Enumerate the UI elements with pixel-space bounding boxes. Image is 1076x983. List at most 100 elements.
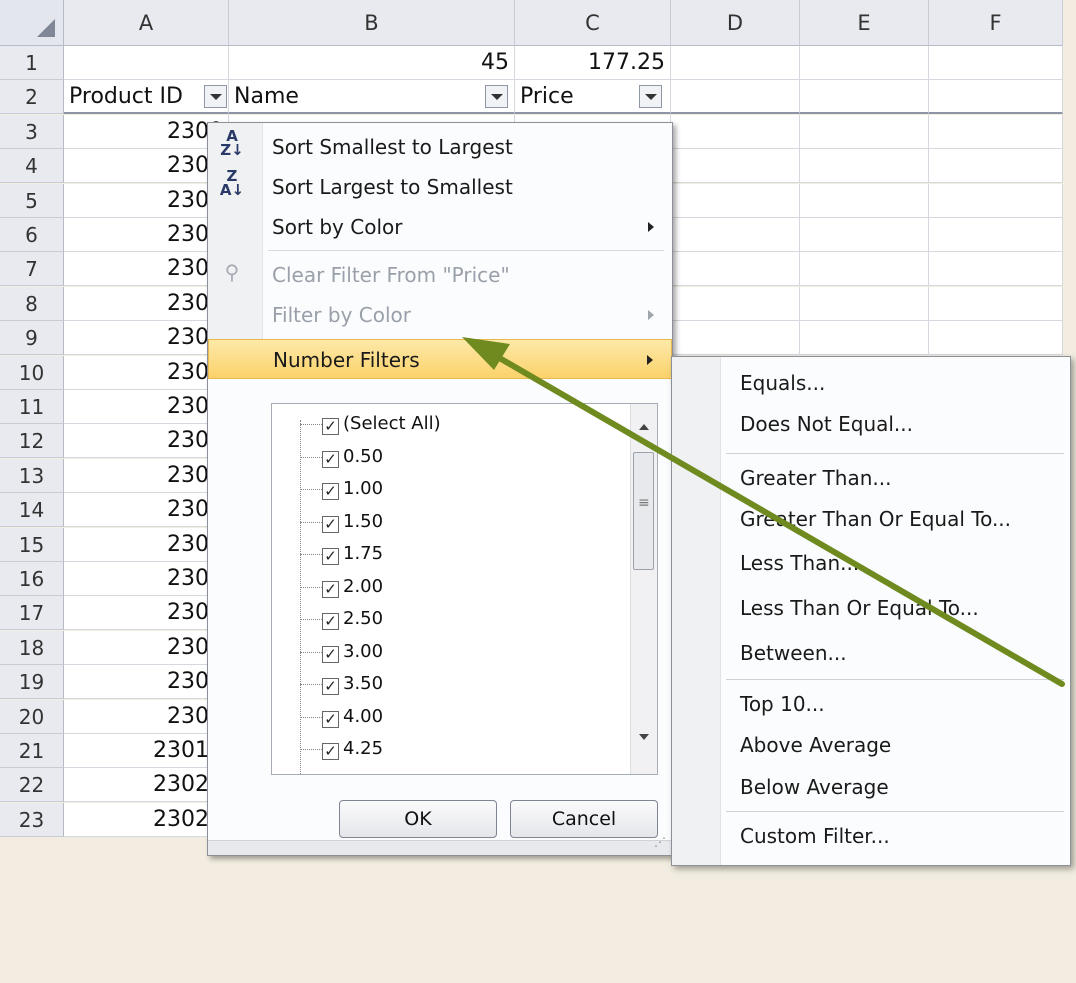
cell-product-id[interactable]: 2301 (64, 630, 229, 665)
cell-product-id[interactable]: 23019 (64, 734, 229, 768)
row-header[interactable]: 14 (0, 493, 64, 528)
column-header-a[interactable]: A (64, 0, 229, 46)
row-header[interactable]: 20 (0, 699, 64, 734)
row-header[interactable]: 1 (0, 46, 64, 80)
sort-largest-to-smallest[interactable]: Z A↓ Sort Largest to Smallest (208, 167, 672, 207)
checkbox-checked-icon[interactable]: ✓ (322, 613, 339, 630)
cell[interactable] (929, 286, 1063, 321)
cell[interactable] (671, 149, 800, 184)
row-header[interactable]: 16 (0, 562, 64, 596)
row-header[interactable]: 8 (0, 286, 64, 321)
row-header[interactable]: 13 (0, 458, 64, 493)
cell[interactable] (800, 286, 929, 321)
row-header[interactable]: 21 (0, 734, 64, 768)
submenu-item[interactable]: Above Average (672, 726, 1070, 764)
cell-product-id[interactable]: 2301 (64, 493, 229, 528)
filter-by-color[interactable]: Filter by Color (208, 295, 672, 335)
column-header-d[interactable]: D (671, 0, 800, 46)
checkbox-checked-icon[interactable]: ✓ (322, 450, 339, 468)
cell-product-id[interactable]: 2301 (64, 699, 229, 734)
row-header[interactable]: 9 (0, 321, 64, 356)
filter-dropdown-button-price[interactable] (639, 85, 662, 109)
submenu-item[interactable]: Custom Filter... (672, 817, 1070, 855)
cell[interactable] (800, 252, 929, 287)
clear-filter-from-price[interactable]: ⚲ Clear Filter From "Price" (208, 255, 672, 295)
row-header[interactable]: 15 (0, 527, 64, 562)
cell-product-id[interactable]: 2300 (64, 218, 229, 252)
submenu-item[interactable]: Less Than... (672, 544, 1070, 582)
cell-product-id[interactable]: 2301 (64, 665, 229, 700)
cell-product-id[interactable]: 23020 (64, 768, 229, 803)
filter-dropdown-button[interactable] (204, 85, 227, 109)
checkbox-checked-icon[interactable]: ✓ (322, 743, 339, 760)
cell[interactable] (671, 46, 800, 80)
submenu-item[interactable]: Greater Than Or Equal To... (672, 500, 1070, 538)
value-list-item[interactable]: ✓ 1.00 (300, 473, 383, 505)
submenu-item[interactable]: Between... (672, 634, 1070, 672)
value-list-item[interactable]: ✓ 1.50 (300, 506, 383, 538)
value-list-item[interactable]: ✓ 2.00 (300, 571, 383, 603)
cell[interactable] (671, 218, 800, 252)
checkbox-checked-icon[interactable]: ✓ (322, 678, 339, 695)
cell[interactable] (929, 114, 1063, 149)
row-header[interactable]: 22 (0, 768, 64, 803)
column-header-c[interactable]: C (515, 0, 671, 46)
cell-product-id[interactable]: 2300 (64, 286, 229, 321)
sort-by-color[interactable]: Sort by Color (208, 207, 672, 247)
cell[interactable] (929, 149, 1063, 184)
row-header[interactable]: 7 (0, 252, 64, 287)
cell[interactable] (800, 80, 929, 115)
checkbox-checked-icon[interactable]: ✓ (322, 645, 339, 663)
cell[interactable] (800, 183, 929, 218)
cell[interactable] (929, 218, 1063, 252)
row-header[interactable]: 10 (0, 355, 64, 390)
column-header-b[interactable]: B (229, 0, 515, 46)
checkbox-checked-icon[interactable]: ✓ (322, 710, 339, 728)
cell-product-id[interactable]: 2301 (64, 527, 229, 562)
cell-product-id[interactable]: 2301 (64, 458, 229, 493)
checkbox-checked-icon[interactable]: ✓ (322, 580, 339, 598)
number-filters[interactable]: Number Filters (208, 339, 672, 379)
value-list-item[interactable]: ✓ (Select All) (300, 408, 441, 440)
cell[interactable] (929, 80, 1063, 115)
row-header[interactable]: 23 (0, 802, 64, 837)
sort-smallest-to-largest[interactable]: A Z↓ Sort Smallest to Largest (208, 127, 672, 167)
cell[interactable] (929, 183, 1063, 218)
ok-button[interactable]: OK (339, 800, 497, 838)
select-all-corner[interactable] (0, 0, 64, 46)
filter-dropdown-button[interactable] (485, 85, 508, 109)
cell-product-id[interactable]: 2300 (64, 114, 229, 149)
value-list-item[interactable]: ✓ 0.50 (300, 441, 383, 473)
cell[interactable] (800, 114, 929, 149)
cell[interactable] (671, 252, 800, 287)
row-header[interactable]: 18 (0, 630, 64, 665)
checkbox-checked-icon[interactable]: ✓ (322, 483, 339, 500)
row-header[interactable]: 3 (0, 114, 64, 149)
row-header[interactable]: 19 (0, 665, 64, 700)
cell-product-id[interactable]: 2300 (64, 183, 229, 218)
checkbox-checked-icon[interactable]: ✓ (322, 548, 339, 565)
cell-product-id[interactable]: 2300 (64, 252, 229, 287)
cell[interactable] (64, 46, 229, 80)
cell-product-id[interactable]: 2300 (64, 321, 229, 356)
cell[interactable] (671, 183, 800, 218)
column-header-e[interactable]: E (800, 0, 929, 46)
cell[interactable] (800, 46, 929, 80)
cell-product-id[interactable]: 2300 (64, 355, 229, 390)
cell[interactable] (671, 80, 800, 115)
value-list-item[interactable]: ✓ 4.00 (300, 701, 383, 733)
cell[interactable] (929, 46, 1063, 80)
row-header[interactable]: 4 (0, 149, 64, 184)
submenu-item[interactable]: Greater Than... (672, 459, 1070, 497)
cell[interactable] (800, 321, 929, 356)
cell-b1[interactable]: 45 (229, 46, 515, 80)
filter-value-list[interactable]: ✓ (Select All) ✓ 0.50 ✓ 1.00 ✓ 1.50 ✓ 1.75 ✓ 2.00 ✓ 2… (271, 403, 658, 775)
row-header[interactable]: 6 (0, 218, 64, 252)
value-list-item[interactable]: ✓ 4.25 (300, 733, 383, 765)
cell[interactable] (671, 286, 800, 321)
scroll-thumb[interactable] (633, 452, 654, 570)
scroll-down-icon[interactable] (639, 734, 649, 740)
cell[interactable] (929, 252, 1063, 287)
value-list-item[interactable]: ✓ 2.50 (300, 603, 383, 635)
value-list-item[interactable]: ✓ 3.50 (300, 668, 383, 700)
